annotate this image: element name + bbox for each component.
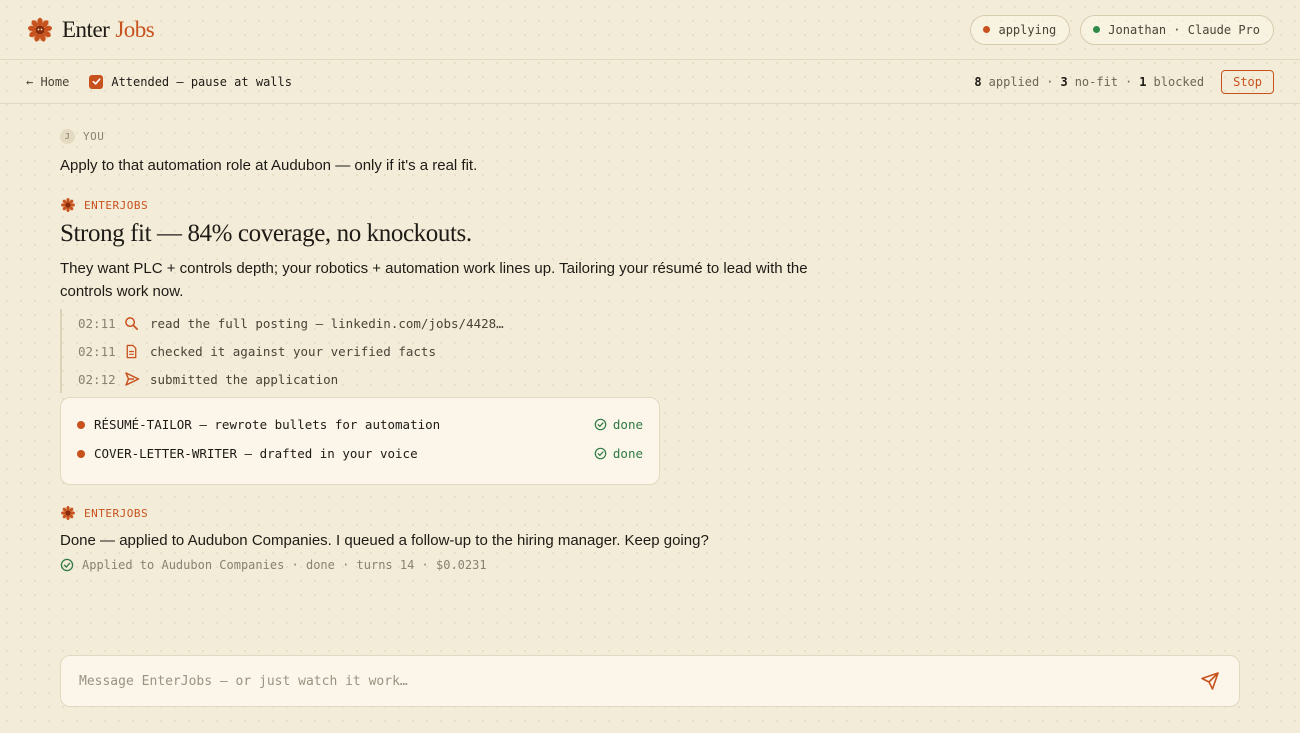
message-composer [60,655,1240,707]
run-stats: 8 applied · 3 no-fit · 1 blocked Stop [974,69,1274,94]
subagent-name: RÉSUMÉ-TAILOR — rewrote bullets for auto… [94,417,441,432]
nofit-label: no-fit [1074,74,1119,89]
stop-button[interactable]: Stop [1221,69,1274,94]
attended-mode-toggle[interactable]: Attended — pause at walls [89,74,292,89]
status-pill[interactable]: applying [970,14,1071,45]
timeline-row: 02:12 submitted the application [62,365,540,393]
brand-name-left: Enter [62,16,110,42]
author-label: YOU [83,130,105,143]
bullet-icon [77,420,85,429]
brand-name-right: Jobs [115,16,155,42]
stat-separator: · [1046,74,1054,89]
nofit-count: 3 [1060,74,1068,89]
agent-message-header: ENTERJOBS [60,505,148,521]
status-text: done [612,417,643,432]
checkbox-icon[interactable] [89,74,104,89]
avatar: J [60,129,75,144]
agent-message-header: ENTERJOBS [60,197,148,213]
final-message-text: Done — applied to Audubon Companies. I q… [60,532,709,549]
activity-timeline: 02:11 read the full posting — linkedin.c… [60,309,540,393]
app-header: Enter Jobs applying Jonathan · Claude Pro [0,0,1300,60]
user-message-text: Apply to that automation role at Audubon… [60,157,478,174]
author-label: ENTERJOBS [84,198,149,212]
status-label: applying [998,22,1057,37]
check-circle-icon [594,418,607,431]
check-circle-icon [60,558,74,572]
timeline-time: 02:12 [78,371,116,387]
timeline-row: 02:11 checked it against your verified f… [62,337,540,365]
applied-count: 8 [974,74,982,89]
subagent-row[interactable]: RÉSUMÉ-TAILOR — rewrote bullets for auto… [77,410,643,439]
timeline-time: 02:11 [78,315,116,331]
timeline-text: checked it against your verified facts [150,343,436,359]
brand-flower-icon [27,17,53,42]
user-pill[interactable]: Jonathan · Claude Pro [1080,14,1274,45]
logo[interactable]: Enter Jobs [26,16,155,44]
check-circle-icon [594,447,607,460]
attended-mode-label: Attended — pause at walls [111,74,292,89]
bullet-icon [77,449,85,458]
message-author: J YOU [60,129,104,144]
fit-headline: Strong fit — 84% coverage, no knockouts. [60,220,472,247]
status-dot-icon [983,26,991,33]
message-input[interactable] [79,673,1199,689]
timeline-text: read the full posting — linkedin.com/job… [150,315,504,331]
run-toolbar: ← Home Attended — pause at walls 8 appli… [0,60,1300,104]
timeline-row: 02:11 read the full posting — linkedin.c… [62,309,540,337]
user-message: J YOU [60,129,104,144]
blocked-count: 1 [1139,74,1147,89]
agent-avatar-icon [61,198,75,212]
home-link[interactable]: ← Home [26,75,69,89]
run-summary-text: Applied to Audubon Companies · done · tu… [82,558,487,572]
run-summary: Applied to Audubon Companies · done · tu… [60,558,487,572]
status-text: done [612,446,643,461]
applied-label: applied [988,74,1040,89]
agent-avatar-icon [61,506,75,520]
stat-separator: · [1125,74,1133,89]
document-icon [124,344,150,359]
subagent-name: COVER-LETTER-WRITER — drafted in your vo… [94,446,418,461]
subagent-card: RÉSUMÉ-TAILOR — rewrote bullets for auto… [60,397,660,485]
status-badge: done [594,446,643,461]
online-dot-icon [1093,26,1101,33]
timeline-time: 02:11 [78,343,116,359]
fit-explanation: They want PLC + controls depth; your rob… [60,260,808,300]
search-icon [124,316,150,331]
subagent-row[interactable]: COVER-LETTER-WRITER — drafted in your vo… [77,439,643,468]
author-label: ENTERJOBS [84,506,149,520]
user-label: Jonathan · Claude Pro [1108,22,1260,37]
brand-name: Enter Jobs [62,16,155,43]
status-badge: done [594,417,643,432]
blocked-label: blocked [1153,74,1205,89]
timeline-text: submitted the application [150,371,339,387]
send-icon [124,371,150,387]
send-icon[interactable] [1199,670,1221,692]
